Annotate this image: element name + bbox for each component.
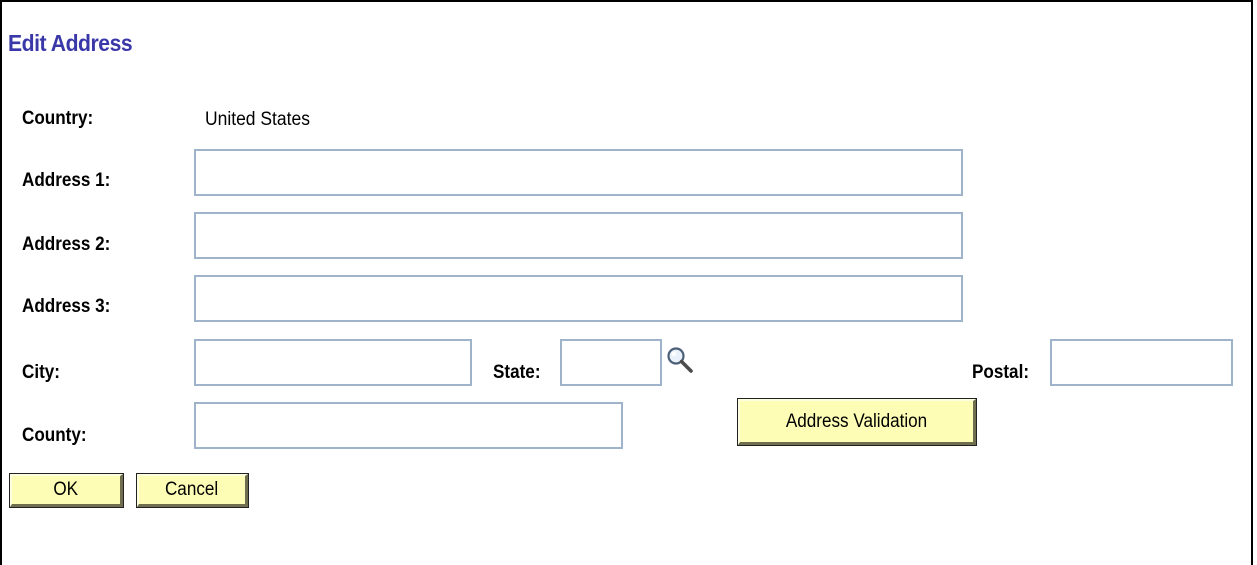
address-validation-button[interactable]: Address Validation	[737, 398, 977, 446]
address1-field[interactable]	[194, 149, 963, 196]
magnifier-icon[interactable]	[665, 345, 695, 375]
address-validation-button-label: Address Validation	[785, 410, 928, 432]
cancel-button-label: Cancel	[165, 479, 219, 500]
ok-button-label: OK	[53, 479, 79, 500]
state-field[interactable]	[560, 339, 662, 386]
address3-field[interactable]	[194, 275, 963, 322]
cancel-button[interactable]: Cancel	[136, 473, 249, 508]
country-label: Country:	[22, 108, 94, 129]
address3-label: Address 3:	[22, 296, 111, 317]
city-label: City:	[22, 362, 61, 383]
ok-button[interactable]: OK	[9, 473, 124, 508]
postal-field[interactable]	[1050, 339, 1233, 386]
address2-field[interactable]	[194, 212, 963, 259]
state-label: State:	[493, 362, 541, 383]
address2-label: Address 2:	[22, 234, 111, 255]
country-value: United States	[205, 109, 310, 130]
city-field[interactable]	[194, 339, 472, 386]
county-label: County:	[22, 425, 87, 446]
county-field[interactable]	[194, 402, 623, 449]
address1-label: Address 1:	[22, 170, 111, 191]
page-title: Edit Address	[8, 30, 133, 56]
postal-label: Postal:	[972, 362, 1030, 383]
